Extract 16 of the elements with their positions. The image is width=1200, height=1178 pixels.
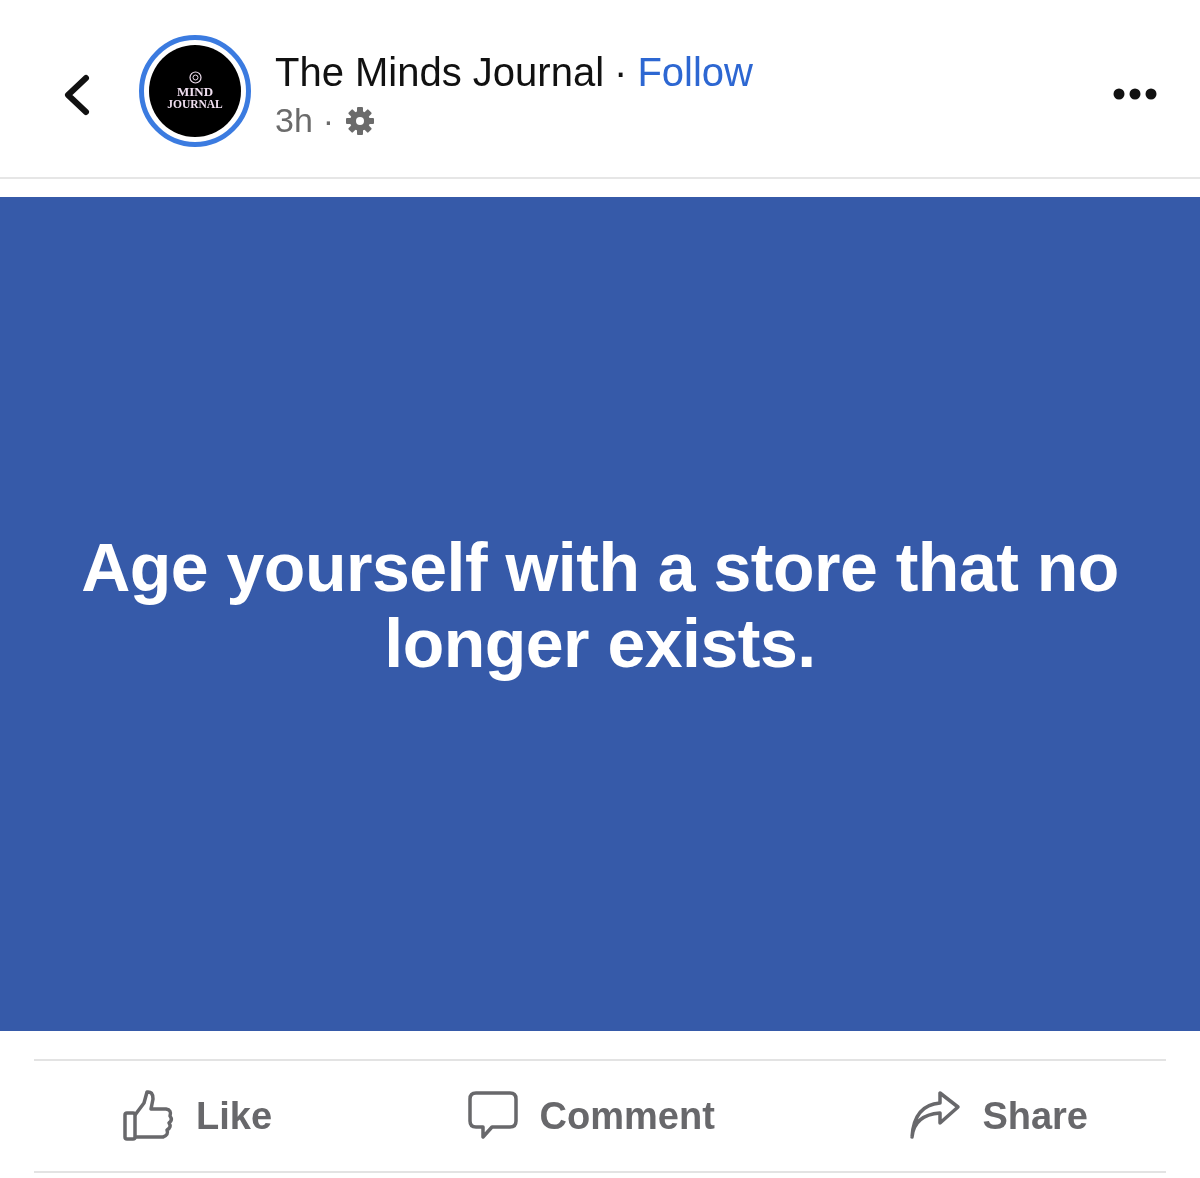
gear-icon (344, 104, 377, 137)
thumbs-up-icon (122, 1089, 176, 1143)
comment-button[interactable]: Comment (465, 1089, 715, 1143)
more-options-icon[interactable] (1112, 86, 1158, 102)
page-name[interactable]: The Minds Journal (275, 50, 605, 95)
emblem-icon (188, 71, 202, 84)
post-text: Age yourself with a store that no longer exists. (80, 529, 1120, 681)
page-avatar[interactable]: MIND JOURNAL (139, 35, 251, 147)
logo-text: JOURNAL (167, 98, 223, 111)
separator-dot: · (322, 101, 335, 140)
separator-dot: · (614, 50, 628, 95)
follow-link[interactable]: Follow (637, 50, 753, 95)
post-time: 3h (275, 101, 313, 140)
logo-text: MIND (176, 85, 214, 98)
like-button[interactable]: Like (122, 1089, 273, 1143)
share-button[interactable]: Share (908, 1089, 1088, 1143)
